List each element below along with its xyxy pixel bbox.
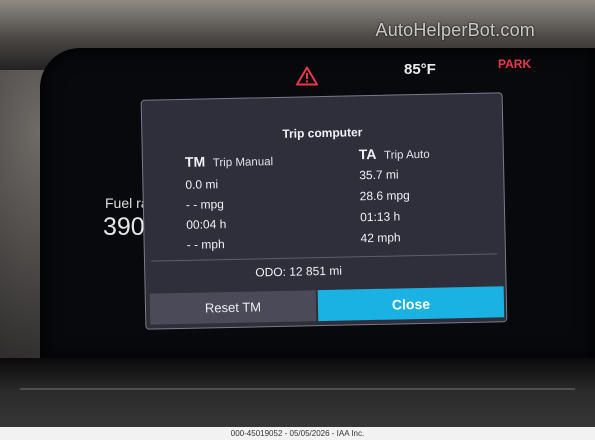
odometer: ODO: 12 851 mi bbox=[255, 263, 343, 280]
trip-computer-dialog: Trip computer TM Trip Manual 0.0 mi - - … bbox=[140, 92, 508, 330]
watermark: AutoHelperBot.com bbox=[375, 20, 535, 40]
trip-auto-header: TA Trip Auto bbox=[359, 145, 430, 162]
ta-economy: 28.6 mpg bbox=[359, 188, 410, 204]
tm-distance: 0.0 mi bbox=[185, 177, 219, 192]
tm-time: 00:04 h bbox=[186, 217, 227, 232]
dialog-divider bbox=[151, 253, 497, 262]
close-button[interactable]: Close bbox=[317, 286, 505, 322]
trip-manual-abbr: TM bbox=[184, 153, 206, 170]
tm-economy: - - mpg bbox=[185, 197, 224, 212]
fuel-range-value: 390 bbox=[103, 213, 145, 241]
trip-manual-name: Trip Manual bbox=[212, 156, 274, 170]
dashboard-trim bbox=[20, 388, 575, 390]
ta-time: 01:13 h bbox=[359, 209, 401, 225]
reset-tm-button[interactable]: Reset TM bbox=[149, 290, 317, 325]
trip-manual-header: TM Trip Manual bbox=[184, 152, 274, 170]
dialog-title: Trip computer bbox=[282, 125, 363, 141]
outside-temperature: 85°F bbox=[404, 61, 436, 78]
image-caption: 000-45019052 - 05/05/2026 - IAA Inc. bbox=[0, 427, 595, 440]
gear-indicator: PARK bbox=[498, 57, 532, 71]
ta-speed: 42 mph bbox=[360, 230, 401, 246]
trip-auto-abbr: TA bbox=[358, 145, 377, 163]
trip-auto-name: Trip Auto bbox=[383, 148, 430, 162]
tm-speed: - - mph bbox=[186, 237, 225, 252]
ta-distance: 35.7 mi bbox=[359, 167, 399, 183]
warning-triangle-icon bbox=[296, 66, 318, 86]
